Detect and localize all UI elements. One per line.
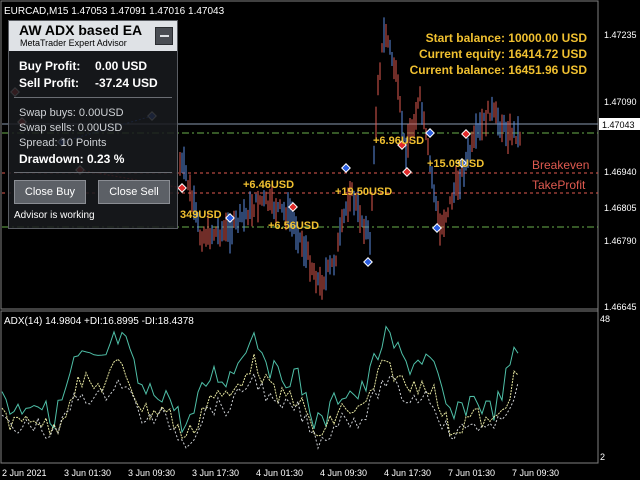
price-tick: 1.47090 (604, 97, 637, 107)
ea-subtitle: MetaTrader Expert Advisor (20, 38, 127, 48)
indicator-scale-min: 2 (600, 452, 605, 462)
ea-panel-header[interactable]: AW ADX based EA MetaTrader Expert Adviso… (9, 21, 177, 51)
price-tick: 1.47235 (604, 30, 637, 40)
time-tick: 4 Jun 17:30 (384, 468, 431, 478)
time-tick: 2 Jun 2021 (2, 468, 47, 478)
profit-label: +6.46USD (243, 179, 294, 191)
buy-profit-row: Buy Profit: 0.00 USD (19, 59, 147, 73)
profit-label: 349USD (180, 209, 222, 221)
time-tick: 7 Jun 09:30 (512, 468, 559, 478)
swap-buys: Swap buys: 0.00USD (19, 107, 124, 119)
time-tick: 3 Jun 09:30 (128, 468, 175, 478)
profit-label: +19.50USD (335, 186, 392, 198)
indicator-label: ADX(14) 14.9804 +DI:16.8995 -DI:18.4378 (4, 316, 194, 327)
price-tick: 1.46940 (604, 167, 637, 177)
price-tick: 1.46790 (604, 236, 637, 246)
minimize-button[interactable] (155, 27, 173, 45)
close-buy-button[interactable]: Close Buy (14, 180, 86, 204)
time-tick: 3 Jun 01:30 (64, 468, 111, 478)
time-tick: 4 Jun 09:30 (320, 468, 367, 478)
panel-divider (14, 172, 172, 173)
indicator-frame (0, 310, 599, 464)
sell-profit-value: -37.24 USD (95, 76, 158, 90)
buy-profit-label: Buy Profit: (19, 59, 81, 73)
time-tick: 7 Jun 01:30 (448, 468, 495, 478)
takeprofit-label: TakeProfit (532, 178, 586, 192)
spread: Spread: 10 Points (19, 137, 107, 149)
current-price-tag: 1.47043 (602, 120, 635, 130)
account-info: Start balance: 10000.00 USD Current equi… (410, 30, 587, 78)
price-tick: 1.46805 (604, 203, 637, 213)
panel-divider (14, 97, 172, 98)
profit-label: +6.56USD (268, 220, 319, 232)
swap-sells: Swap sells: 0.00USD (19, 122, 123, 134)
close-sell-button[interactable]: Close Sell (98, 180, 170, 204)
ea-panel[interactable]: AW ADX based EA MetaTrader Expert Adviso… (8, 20, 178, 229)
drawdown: Drawdown: 0.23 % (19, 152, 125, 166)
advisor-status: Advisor is working (14, 210, 95, 221)
profit-label: +6.96USD (373, 135, 424, 147)
buy-profit-value: 0.00 USD (95, 59, 148, 73)
indicator-scale-max: 48 (600, 314, 610, 324)
start-balance: Start balance: 10000.00 USD (425, 31, 587, 45)
ea-title: AW ADX based EA (19, 22, 143, 38)
current-equity: Current equity: 16414.72 USD (418, 47, 587, 61)
current-balance: Current balance: 16451.96 USD (409, 63, 587, 77)
time-tick: 4 Jun 01:30 (256, 468, 303, 478)
price-tick: 1.46645 (604, 302, 637, 312)
profit-label: +15.09USD (427, 158, 484, 170)
time-tick: 3 Jun 17:30 (192, 468, 239, 478)
minimize-icon (159, 35, 169, 37)
symbol-label: EURCAD,M15 1.47053 1.47091 1.47016 1.470… (4, 6, 225, 17)
sell-profit-label: Sell Profit: (19, 76, 80, 90)
breakeven-label: Breakeven (532, 158, 589, 172)
sell-profit-row: Sell Profit: -37.24 USD (19, 76, 158, 90)
